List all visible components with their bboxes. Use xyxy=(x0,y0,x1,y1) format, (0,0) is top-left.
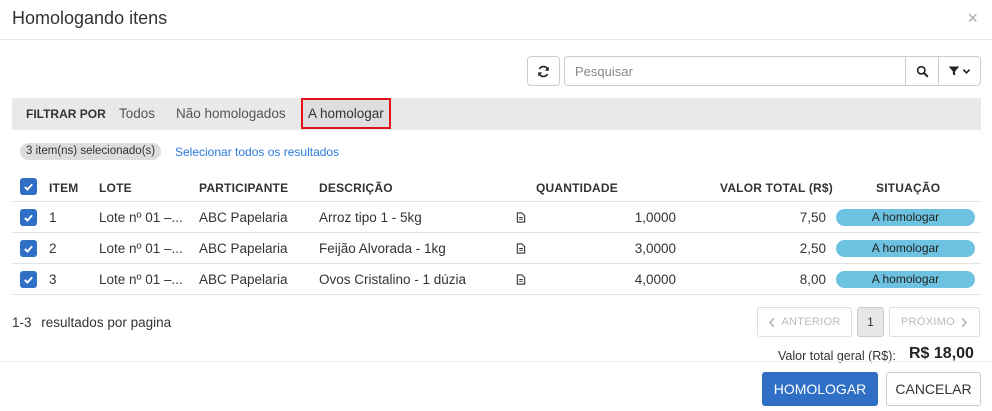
status-badge: A homologar xyxy=(836,271,975,288)
check-icon xyxy=(24,245,33,253)
cell-quantidade: 3,0000 xyxy=(634,241,676,256)
cell-valor: 2,50 xyxy=(799,241,826,256)
previous-page-button[interactable]: ANTERIOR xyxy=(757,307,852,337)
search-input[interactable] xyxy=(565,57,905,85)
cancel-button[interactable]: CANCELAR xyxy=(886,372,981,406)
status-badge: A homologar xyxy=(836,240,975,257)
divider xyxy=(12,232,981,233)
cell-item: 1 xyxy=(49,210,57,225)
column-header-valor-total[interactable]: VALOR TOTAL (R$) xyxy=(720,181,833,195)
filter-button[interactable] xyxy=(938,57,980,85)
document-icon[interactable] xyxy=(516,274,526,285)
column-header-descricao[interactable]: DESCRIÇÃO xyxy=(319,181,393,195)
cell-item: 3 xyxy=(49,272,57,287)
filter-icon xyxy=(948,66,960,76)
check-icon xyxy=(24,276,33,284)
cell-valor: 8,00 xyxy=(799,272,826,287)
refresh-button[interactable] xyxy=(527,56,560,86)
search-button[interactable] xyxy=(905,57,938,85)
search-group xyxy=(564,56,981,86)
cell-quantidade: 4,0000 xyxy=(634,272,676,287)
cell-item: 2 xyxy=(49,241,57,256)
divider xyxy=(12,263,981,264)
column-header-participante[interactable]: PARTICIPANTE xyxy=(199,181,288,195)
row-checkbox[interactable] xyxy=(20,240,37,257)
select-all-link[interactable]: Selecionar todos os resultados xyxy=(175,145,339,159)
check-icon xyxy=(24,183,33,191)
search-icon xyxy=(916,65,928,77)
status-badge: A homologar xyxy=(836,209,975,226)
cell-participante: ABC Papelaria xyxy=(199,241,288,256)
next-page-button[interactable]: PRÓXIMO xyxy=(889,307,980,337)
filter-option-a-homologar[interactable]: A homologar xyxy=(301,98,391,129)
filter-label: FILTRAR POR xyxy=(26,107,106,121)
cell-lote: Lote nº 01 –... xyxy=(99,241,183,256)
row-checkbox[interactable] xyxy=(20,209,37,226)
cell-valor: 7,50 xyxy=(799,210,826,225)
page-number-button[interactable]: 1 xyxy=(857,307,884,337)
cell-quantidade: 1,0000 xyxy=(634,210,676,225)
cell-descricao: Feijão Alvorada - 1kg xyxy=(319,241,446,256)
next-page-label: PRÓXIMO xyxy=(900,316,956,328)
check-icon xyxy=(24,214,33,222)
row-checkbox[interactable] xyxy=(20,271,37,288)
dialog-title: Homologando itens xyxy=(12,8,168,28)
previous-page-label: ANTERIOR xyxy=(781,316,841,328)
column-header-lote[interactable]: LOTE xyxy=(99,181,132,195)
cell-participante: ABC Papelaria xyxy=(199,272,288,287)
homologar-button[interactable]: HOMOLOGAR xyxy=(762,372,878,406)
refresh-icon xyxy=(538,65,549,77)
chevron-left-icon xyxy=(769,317,775,327)
cell-lote: Lote nº 01 –... xyxy=(99,272,183,287)
filter-option-todos[interactable]: Todos xyxy=(119,106,155,121)
selection-count-badge: 3 item(ns) selecionado(s) xyxy=(20,143,162,160)
document-icon[interactable] xyxy=(516,243,526,254)
select-all-checkbox[interactable] xyxy=(20,178,37,195)
chevron-right-icon xyxy=(961,317,968,327)
chevron-down-icon xyxy=(962,68,971,74)
close-icon[interactable]: × xyxy=(967,8,978,29)
cell-lote: Lote nº 01 –... xyxy=(99,210,183,225)
cell-participante: ABC Papelaria xyxy=(199,210,288,225)
column-header-quantidade[interactable]: QUANTIDADE xyxy=(536,181,618,195)
results-range: 1-3 xyxy=(12,315,32,330)
filter-option-nao-homologados[interactable]: Não homologados xyxy=(176,106,286,121)
results-per-page: 1-3 resultados por pagina xyxy=(12,315,171,330)
cell-descricao: Ovos Cristalino - 1 dúzia xyxy=(319,272,467,287)
column-header-situacao[interactable]: SITUAÇÃO xyxy=(876,181,940,195)
divider xyxy=(12,201,981,202)
per-page-label: resultados por pagina xyxy=(41,315,172,330)
dialog-header: Homologando itens × xyxy=(0,0,992,40)
cell-descricao: Arroz tipo 1 - 5kg xyxy=(319,210,422,225)
filter-bar: FILTRAR POR Todos Não homologados A homo… xyxy=(12,98,981,130)
divider xyxy=(12,294,981,295)
footer-divider xyxy=(0,361,992,362)
document-icon[interactable] xyxy=(516,212,526,223)
column-header-item[interactable]: ITEM xyxy=(49,181,78,195)
